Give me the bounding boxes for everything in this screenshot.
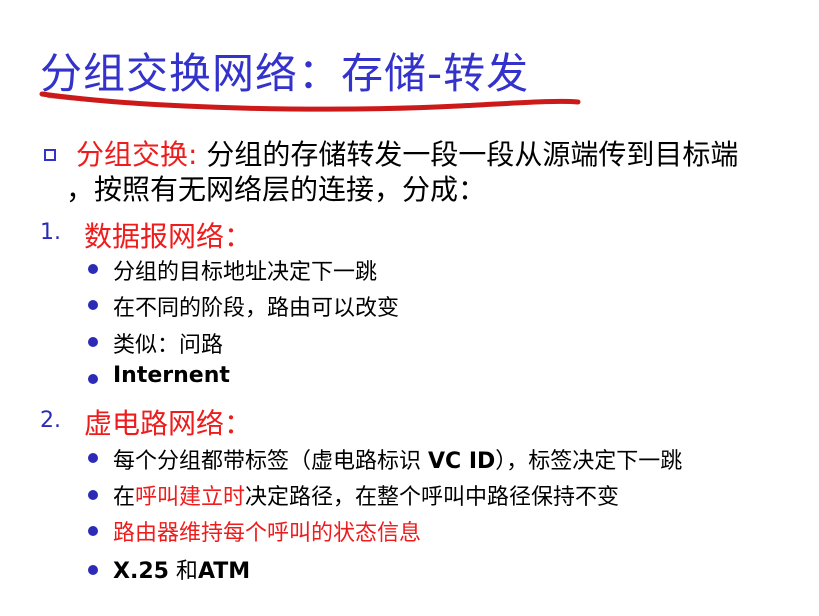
section-1-number: 1. bbox=[40, 220, 61, 245]
item-text: 在 bbox=[113, 485, 136, 510]
section-1-item: 在不同的阶段，路由可以改变 bbox=[113, 296, 400, 321]
square-bullet-icon bbox=[44, 149, 56, 161]
highlight-text: 呼叫建立时 bbox=[135, 485, 246, 510]
section-1-item: 类似：问路 bbox=[113, 333, 224, 358]
item-text: 和 bbox=[168, 559, 198, 584]
bullet-dot-icon bbox=[88, 490, 98, 500]
bullet-dot-icon bbox=[88, 565, 98, 575]
section-2-item: 路由器维持每个呼叫的状态信息 bbox=[113, 521, 422, 546]
section-2-item: X.25 和ATM bbox=[113, 553, 250, 585]
vc-id-text: VC ID bbox=[428, 449, 496, 474]
section-2-item: 每个分组都带标签（虚电路标识 VC ID），标签决定下一跳 bbox=[113, 443, 682, 475]
bullet-dot-icon bbox=[88, 374, 98, 384]
bullet-dot-icon bbox=[88, 300, 98, 310]
intro-line-1-text: 分组的存储转发一段一段从源端传到目标端 bbox=[197, 138, 739, 171]
bullet-dot-icon bbox=[88, 526, 98, 536]
section-2-heading: 虚电路网络： bbox=[84, 407, 253, 440]
section-2-item: 在呼叫建立时决定路径，在整个呼叫中路径保持不变 bbox=[113, 479, 619, 511]
item-text: ），标签决定下一跳 bbox=[495, 449, 683, 474]
bullet-dot-icon bbox=[88, 453, 98, 463]
section-1-item: Internent bbox=[113, 363, 230, 388]
x25-text: X.25 bbox=[113, 559, 169, 584]
intro-term: 分组交换: bbox=[76, 138, 198, 171]
bullet-dot-icon bbox=[88, 337, 98, 347]
atm-text: ATM bbox=[197, 559, 251, 584]
section-1-heading: 数据报网络： bbox=[84, 220, 253, 253]
item-text: 决定路径，在整个呼叫中路径保持不变 bbox=[245, 485, 620, 510]
section-1-item: 分组的目标地址决定下一跳 bbox=[113, 260, 378, 285]
intro-line-1: 分组交换: 分组的存储转发一段一段从源端传到目标端 bbox=[76, 133, 738, 173]
section-2-number: 2. bbox=[40, 408, 61, 433]
bullet-dot-icon bbox=[88, 264, 98, 274]
title-underline-stroke bbox=[39, 91, 581, 112]
item-text: 每个分组都带标签（虚电路标识 bbox=[113, 449, 428, 474]
intro-line-2: ，按照有无网络层的连接，分成： bbox=[66, 173, 487, 206]
